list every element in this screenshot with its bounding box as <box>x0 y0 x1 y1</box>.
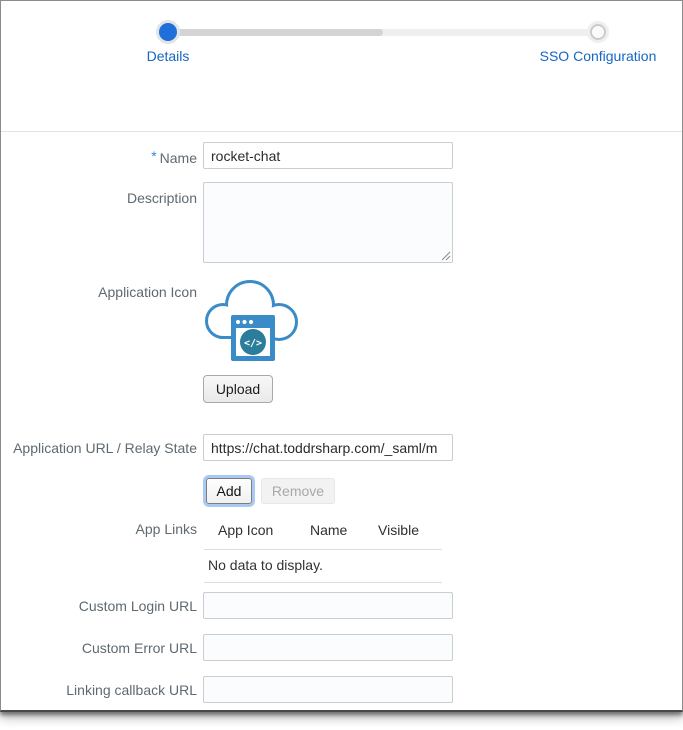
description-textarea[interactable] <box>203 182 453 263</box>
linking-callback-url-label: Linking callback URL <box>66 682 197 698</box>
name-label: * Name <box>1 149 197 166</box>
upload-button[interactable]: Upload <box>203 375 273 403</box>
required-asterisk: * <box>151 148 157 164</box>
code-glyph: </> <box>244 338 262 349</box>
table-empty-message: No data to display. <box>208 557 323 573</box>
application-url-label: Application URL / Relay State <box>13 440 197 456</box>
application-url-input[interactable] <box>203 434 453 461</box>
add-button[interactable]: Add <box>206 478 252 504</box>
name-label-text: Name <box>159 150 197 166</box>
wizard-stepper: Details SSO Configuration <box>1 1 682 132</box>
custom-login-url-input[interactable] <box>203 592 453 619</box>
step-dot-details[interactable] <box>159 23 177 41</box>
remove-button[interactable]: Remove <box>261 478 335 504</box>
step-label-sso-configuration[interactable]: SSO Configuration <box>518 48 678 64</box>
table-footer-divider <box>204 582 442 583</box>
app-links-label: App Links <box>135 521 197 537</box>
application-icon-label: Application Icon <box>98 284 197 300</box>
name-input[interactable] <box>203 142 453 169</box>
custom-error-url-label: Custom Error URL <box>81 640 197 656</box>
app-links-column-visible: Visible <box>378 522 419 538</box>
cloud-code-app-icon: </> <box>205 280 298 361</box>
app-links-column-app-icon: App Icon <box>218 522 274 538</box>
app-links-column-name: Name <box>310 522 348 538</box>
table-header-divider <box>204 549 442 550</box>
stepper-progress <box>168 29 383 36</box>
step-label-details[interactable]: Details <box>108 48 228 64</box>
textarea-resize-grip[interactable] <box>441 251 451 261</box>
custom-error-url-input[interactable] <box>203 634 453 661</box>
description-label: Description <box>126 190 197 206</box>
linking-callback-url-input[interactable] <box>203 676 453 703</box>
custom-login-url-label: Custom Login URL <box>78 598 197 614</box>
wizard-dialog: Details SSO Configuration *Name Descript… <box>0 0 683 712</box>
step-dot-sso-configuration[interactable] <box>590 24 606 40</box>
application-icon-preview: </> <box>205 275 302 368</box>
stepper-track <box>168 29 598 36</box>
